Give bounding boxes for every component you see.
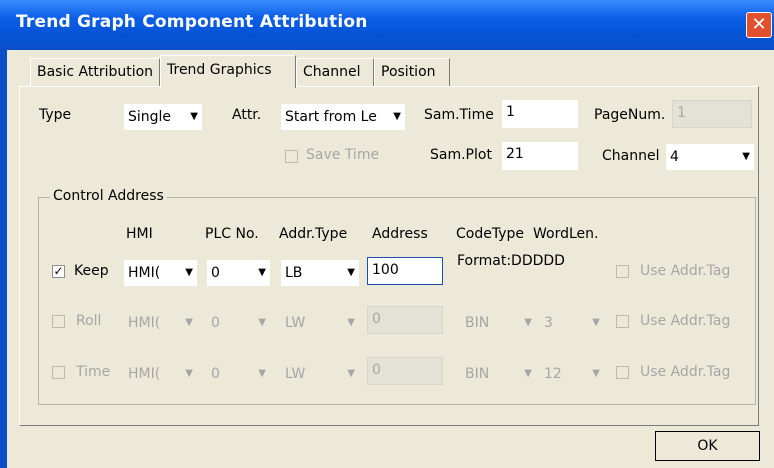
roll-plc-value: 0: [211, 315, 220, 331]
control-address-title: Control Address: [50, 188, 167, 204]
savetime-label: Save Time: [306, 147, 380, 163]
roll-use-tag-checkbox: [616, 315, 629, 328]
channel-value: 4: [670, 149, 679, 165]
keep-address-input[interactable]: 100: [367, 257, 443, 285]
tab-basic-attribution[interactable]: Basic Attribution: [30, 58, 160, 86]
checkmark-icon: ✓: [53, 264, 64, 278]
header-addr-type: Addr.Type: [279, 226, 348, 242]
time-addrtype-select: LW ▼: [281, 361, 359, 387]
ok-button[interactable]: OK: [655, 431, 760, 461]
keep-hmi-value: HMI(: [128, 265, 161, 281]
chevron-down-icon: ▼: [393, 111, 401, 122]
roll-codetype-select: BIN ▼: [461, 310, 536, 336]
tab-trend-graphics[interactable]: Trend Graphics: [160, 55, 296, 88]
channel-select[interactable]: 4 ▼: [666, 144, 754, 170]
header-wordlen: WordLen.: [533, 226, 599, 242]
roll-plc-select: 0 ▼: [207, 310, 270, 336]
roll-codetype-value: BIN: [465, 315, 490, 331]
tab-position[interactable]: Position: [374, 58, 450, 86]
keep-checkbox[interactable]: ✓: [52, 265, 65, 278]
time-label: Time: [76, 364, 111, 380]
time-checkbox: [52, 366, 65, 379]
chevron-down-icon: ▼: [258, 267, 266, 278]
time-wordlen-value: 12: [544, 366, 562, 382]
header-address: Address: [372, 226, 428, 242]
keep-use-tag-label: Use Addr.Tag: [640, 263, 731, 279]
chevron-down-icon: ▼: [347, 317, 355, 328]
header-codetype: CodeType: [456, 226, 524, 242]
roll-addrtype-select: LW ▼: [281, 310, 359, 336]
attr-label: Attr.: [232, 107, 262, 123]
samplot-input[interactable]: 21: [502, 142, 578, 170]
roll-label: Roll: [76, 313, 102, 329]
close-button[interactable]: ✕: [746, 12, 772, 38]
tab-label: Position: [381, 64, 436, 80]
keep-plc-select[interactable]: 0 ▼: [207, 260, 270, 286]
keep-label: Keep: [74, 263, 109, 279]
chevron-down-icon: ▼: [190, 111, 198, 122]
roll-address-input: 0: [367, 306, 443, 334]
close-icon: ✕: [751, 14, 767, 35]
time-address-input: 0: [367, 357, 443, 385]
title-bar[interactable]: Trend Graph Component Attribution ✕: [0, 0, 774, 50]
chevron-down-icon: ▼: [347, 368, 355, 379]
time-hmi-select: HMI( ▼: [124, 361, 197, 387]
pagenum-label: PageNum.: [594, 107, 666, 123]
type-label: Type: [39, 107, 72, 123]
time-hmi-value: HMI(: [128, 366, 161, 382]
tab-channel[interactable]: Channel: [296, 58, 374, 86]
window-left-edge: [0, 50, 7, 468]
chevron-down-icon: ▼: [185, 368, 193, 379]
chevron-down-icon: ▼: [524, 317, 532, 328]
chevron-down-icon: ▼: [592, 317, 600, 328]
samtime-input[interactable]: 1: [502, 100, 578, 128]
attr-value: Start from Le: [285, 109, 377, 125]
pagenum-input: 1: [672, 100, 752, 128]
roll-addrtype-value: LW: [285, 315, 306, 331]
savetime-checkbox: [285, 150, 298, 163]
type-select[interactable]: Single ▼: [124, 104, 202, 130]
samplot-label: Sam.Plot: [430, 147, 492, 163]
chevron-down-icon: ▼: [258, 317, 266, 328]
chevron-down-icon: ▼: [347, 267, 355, 278]
keep-hmi-select[interactable]: HMI( ▼: [124, 260, 197, 286]
roll-hmi-value: HMI(: [128, 315, 161, 331]
time-plc-select: 0 ▼: [207, 361, 270, 387]
roll-wordlen-select: 3 ▼: [540, 310, 604, 336]
window-title: Trend Graph Component Attribution: [16, 12, 368, 32]
keep-addrtype-value: LB: [285, 265, 303, 281]
roll-hmi-select: HMI( ▼: [124, 310, 197, 336]
chevron-down-icon: ▼: [592, 368, 600, 379]
roll-checkbox: [52, 315, 65, 328]
roll-wordlen-value: 3: [544, 315, 553, 331]
time-use-tag-label: Use Addr.Tag: [640, 364, 731, 380]
time-use-tag-checkbox: [616, 366, 629, 379]
chevron-down-icon: ▼: [185, 317, 193, 328]
time-plc-value: 0: [211, 366, 220, 382]
keep-use-tag-checkbox: [616, 265, 629, 278]
format-text: Format:DDDDD: [457, 253, 565, 269]
header-plc-no: PLC No.: [205, 226, 259, 242]
header-hmi: HMI: [126, 226, 153, 242]
channel-label: Channel: [602, 148, 660, 164]
tab-label: Channel: [303, 64, 361, 80]
keep-plc-value: 0: [211, 265, 220, 281]
time-codetype-value: BIN: [465, 366, 490, 382]
tab-label: Trend Graphics: [167, 62, 272, 78]
time-codetype-select: BIN ▼: [461, 361, 536, 387]
chevron-down-icon: ▼: [258, 368, 266, 379]
tab-label: Basic Attribution: [37, 64, 154, 80]
type-value: Single: [128, 109, 172, 125]
samtime-label: Sam.Time: [424, 107, 494, 123]
roll-use-tag-label: Use Addr.Tag: [640, 313, 731, 329]
chevron-down-icon: ▼: [742, 151, 750, 162]
keep-addrtype-select[interactable]: LB ▼: [281, 260, 359, 286]
time-wordlen-select: 12 ▼: [540, 361, 604, 387]
chevron-down-icon: ▼: [185, 267, 193, 278]
attr-select[interactable]: Start from Le ▼: [281, 104, 405, 130]
time-addrtype-value: LW: [285, 366, 306, 382]
chevron-down-icon: ▼: [524, 368, 532, 379]
dialog-window: Trend Graph Component Attribution ✕ Basi…: [0, 0, 774, 468]
